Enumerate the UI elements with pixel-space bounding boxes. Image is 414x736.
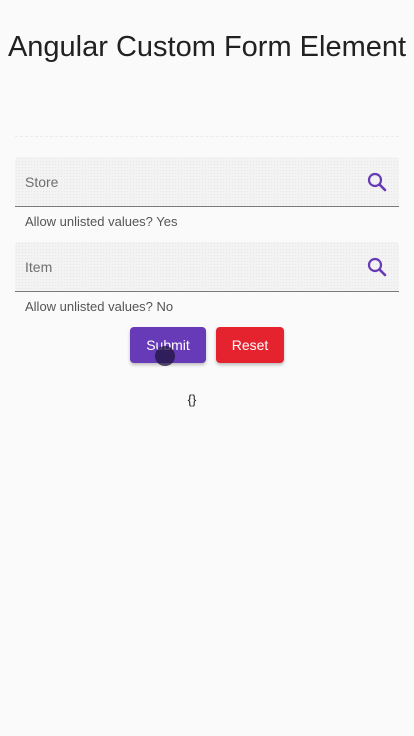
- store-field[interactable]: [15, 157, 399, 207]
- submit-button[interactable]: Submit: [130, 327, 206, 363]
- form-value-output: {}: [187, 392, 197, 407]
- page: Angular Custom Form Element Allow unlist…: [0, 0, 414, 736]
- item-hint: Allow unlisted values? No: [25, 299, 174, 314]
- item-input[interactable]: [25, 242, 345, 292]
- search-icon[interactable]: [365, 170, 389, 194]
- item-field[interactable]: [15, 242, 399, 292]
- divider: [15, 136, 399, 137]
- store-hint: Allow unlisted values? Yes: [25, 214, 178, 229]
- reset-button[interactable]: Reset: [216, 327, 284, 363]
- page-title: Angular Custom Form Element: [7, 31, 407, 63]
- store-input[interactable]: [25, 157, 345, 207]
- search-icon[interactable]: [365, 255, 389, 279]
